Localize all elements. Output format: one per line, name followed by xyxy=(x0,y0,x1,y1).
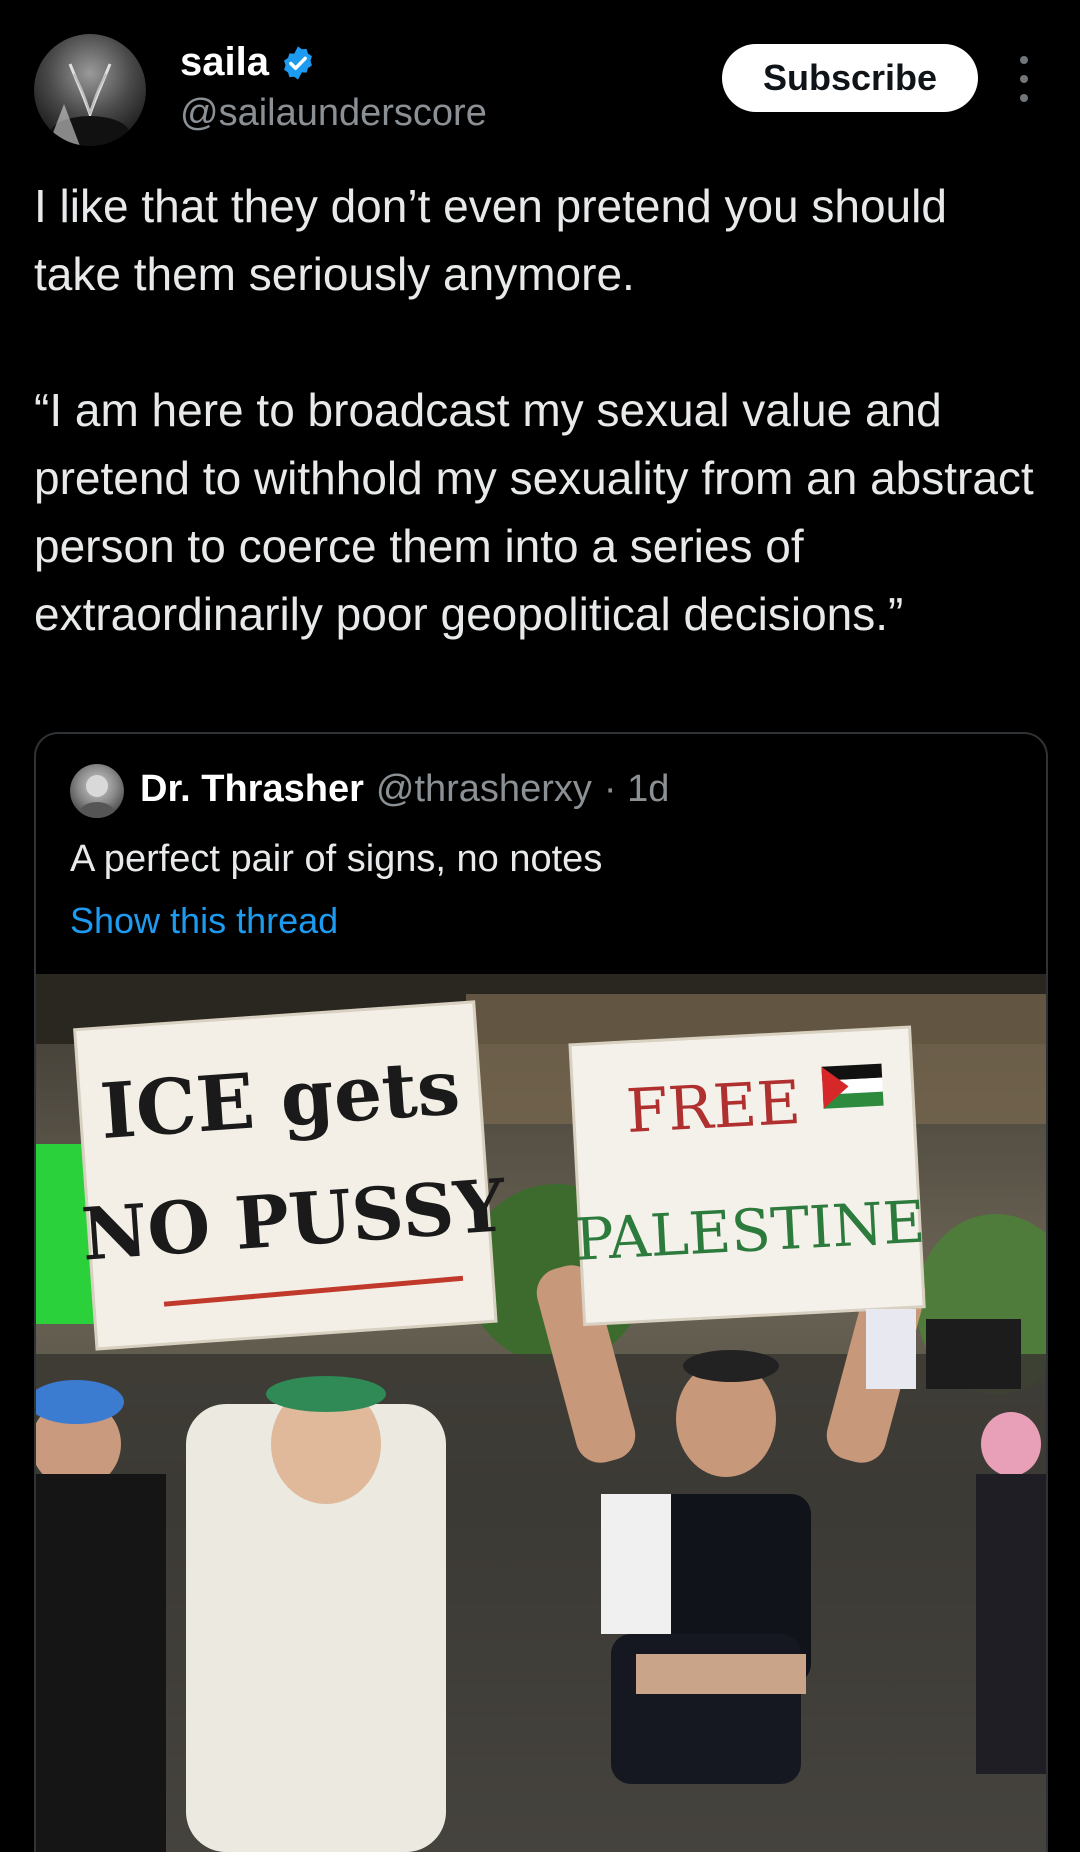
author-avatar[interactable] xyxy=(34,34,146,146)
bg-sign-small xyxy=(601,1494,671,1634)
subscribe-button[interactable]: Subscribe xyxy=(722,44,978,112)
sign-palestine: FREE PALESTINE xyxy=(568,1025,927,1327)
tweet-text: I like that they don’t even pretend you … xyxy=(34,180,1034,640)
more-dot xyxy=(1020,94,1028,102)
sign-palestine-line1: FREE xyxy=(625,1068,803,1147)
green-cap xyxy=(266,1376,386,1412)
verified-badge-icon xyxy=(284,45,312,80)
person-right-head xyxy=(981,1412,1041,1476)
bg-sign-fascism xyxy=(926,1319,1021,1389)
quoted-tweet-age: · 1d xyxy=(603,768,670,810)
palestine-flag-icon xyxy=(821,1063,884,1109)
quoted-author-handle[interactable]: @thrasherxy xyxy=(376,768,592,811)
author-handle[interactable]: @sailaunderscore xyxy=(180,92,487,135)
quoted-author-name[interactable]: Dr. Thrasher xyxy=(140,768,364,811)
show-thread-link[interactable]: Show this thread xyxy=(70,900,338,942)
more-dot xyxy=(1020,56,1028,64)
avatar-image xyxy=(48,63,130,146)
bg-sign-kings xyxy=(866,1309,916,1389)
quoted-tweet-card[interactable]: Dr. Thrasher @thrasherxy · 1d A perfect … xyxy=(34,732,1048,1852)
sign-ice: ICE gets NO PUSSY xyxy=(73,1000,510,1351)
person-right-body xyxy=(976,1474,1046,1774)
quoted-tweet-header: Dr. Thrasher @thrasherxy · 1d xyxy=(140,768,669,811)
author-display-name[interactable]: saila xyxy=(180,40,269,85)
author-name-row: saila xyxy=(180,40,317,85)
quoted-tweet-text: A perfect pair of signs, no notes xyxy=(70,838,603,880)
black-cap xyxy=(683,1350,779,1382)
quoted-avatar-image xyxy=(79,775,115,818)
more-options-icon[interactable] xyxy=(1012,56,1036,102)
person-left-body xyxy=(36,1474,166,1852)
woman-right-midriff xyxy=(636,1654,806,1694)
protest-photo[interactable]: ICE gets NO PUSSY FREE PALESTINE xyxy=(36,974,1046,1852)
quoted-author-avatar[interactable] xyxy=(70,764,124,818)
more-dot xyxy=(1020,75,1028,83)
